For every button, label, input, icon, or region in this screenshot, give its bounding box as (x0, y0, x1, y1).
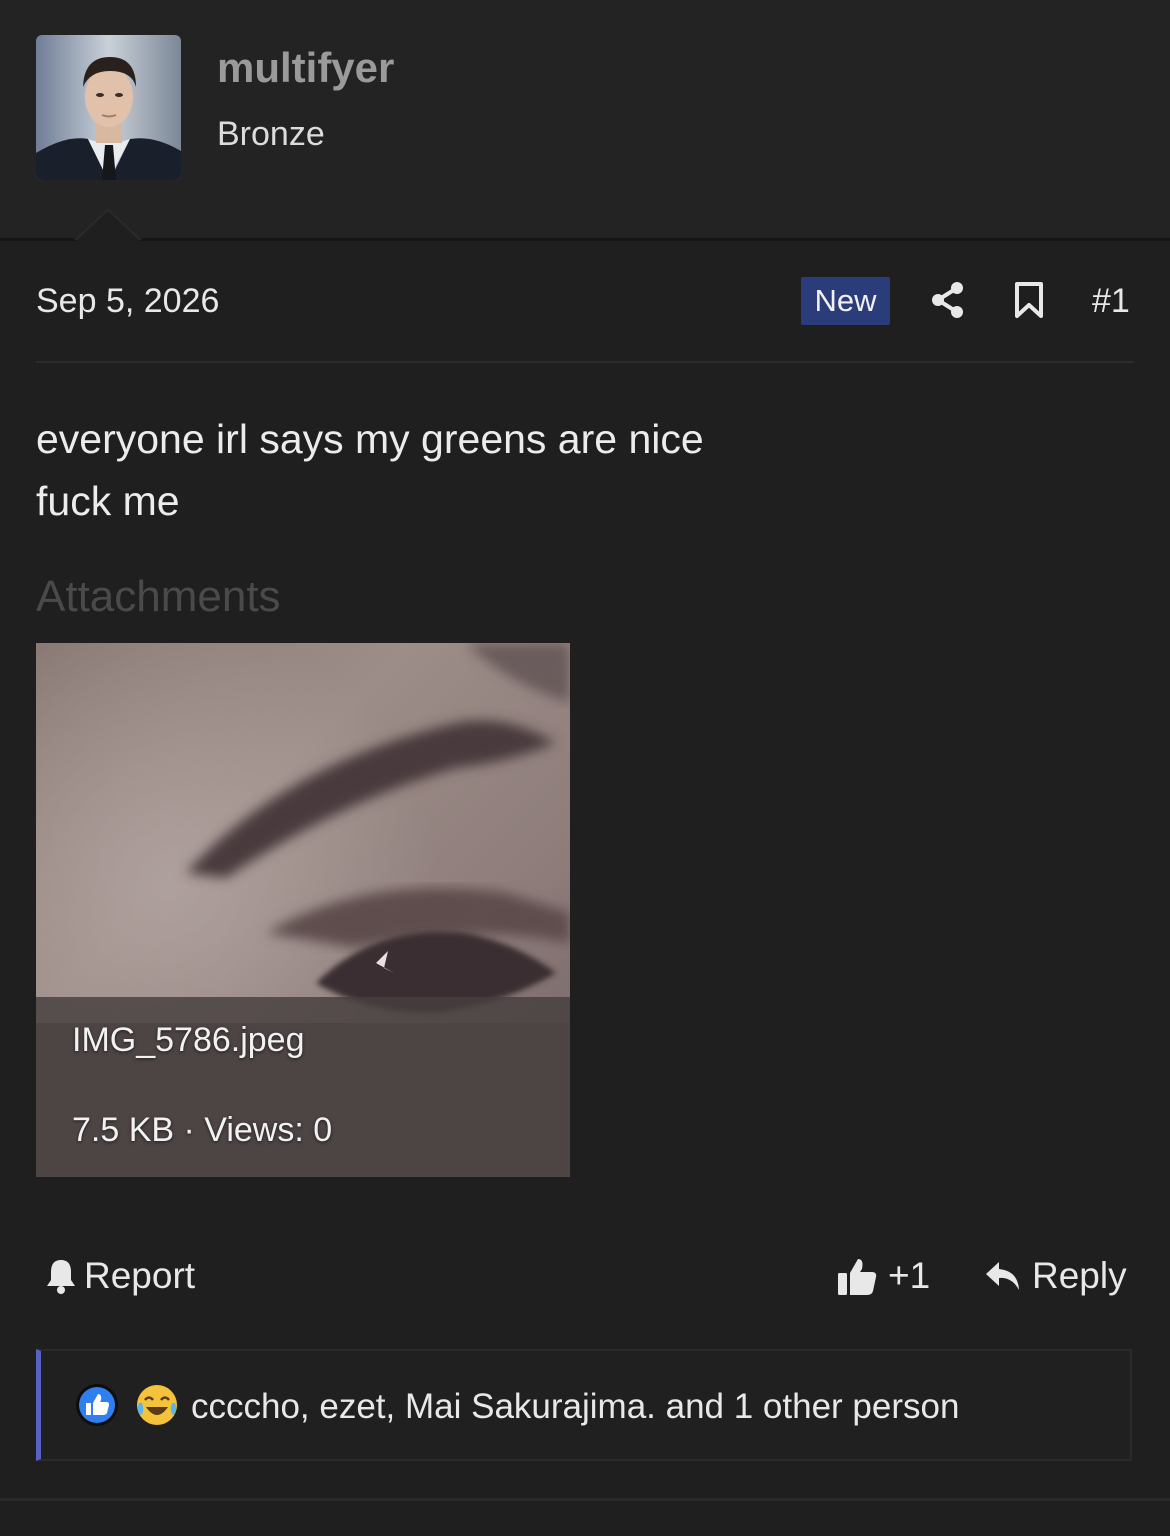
new-badge: New (801, 277, 890, 325)
user-header: multifyer Bronze (0, 0, 1170, 240)
reactions-summary[interactable]: ccccho, ezet, Mai Sakurajima. and 1 othe… (191, 1387, 959, 1427)
attachments-heading: Attachments (36, 572, 281, 621)
reply-arrow-icon (986, 1262, 1019, 1290)
post-body: everyone irl says my greens are nice fuc… (36, 408, 704, 532)
reactions-bar[interactable]: ccccho, ezet, Mai Sakurajima. and 1 othe… (36, 1349, 1132, 1461)
report-label: Report (84, 1255, 196, 1296)
post-body-line: fuck me (36, 478, 180, 524)
like-button[interactable]: +1 (836, 1252, 930, 1300)
avatar-image (36, 35, 181, 180)
laugh-reaction-icon (137, 1385, 177, 1425)
forum-post-page: multifyer Bronze Sep 5, 2026 New #1 ever… (0, 0, 1170, 1536)
bookmark-icon[interactable] (1012, 281, 1046, 319)
share-icon[interactable] (928, 280, 968, 320)
avatar[interactable] (36, 35, 181, 180)
username[interactable]: multifyer (217, 44, 394, 92)
like-reaction-icon (76, 1384, 118, 1426)
report-button[interactable]: Report (44, 1252, 195, 1300)
attachment-meta: 7.5 KB · Views: 0 (72, 1111, 333, 1149)
meta-divider (36, 361, 1134, 363)
user-rank-title: Bronze (217, 115, 325, 153)
post-bottom-divider (0, 1498, 1170, 1501)
thumbs-up-icon (838, 1259, 877, 1295)
like-count: +1 (888, 1255, 931, 1296)
header-divider (0, 238, 1170, 241)
post-body-line: everyone irl says my greens are nice (36, 416, 704, 462)
post-number-link[interactable]: #1 (1092, 282, 1130, 321)
reply-label: Reply (1032, 1255, 1127, 1296)
attachment-thumbnail[interactable]: IMG_5786.jpeg 7.5 KB · Views: 0 (36, 643, 570, 1177)
reply-button[interactable]: Reply (984, 1252, 1127, 1300)
bell-icon (47, 1260, 75, 1294)
attachment-filename[interactable]: IMG_5786.jpeg (72, 1021, 305, 1060)
post-date[interactable]: Sep 5, 2026 (36, 282, 219, 321)
